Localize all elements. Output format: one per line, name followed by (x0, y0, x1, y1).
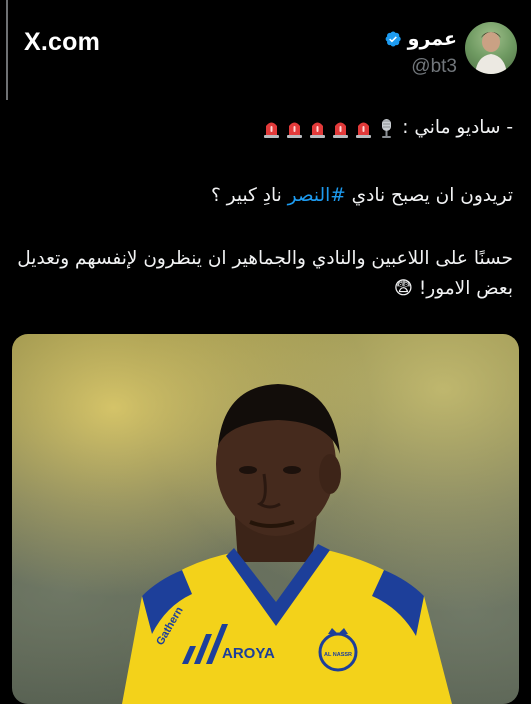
microphone-icon (382, 119, 392, 138)
tweet-line-2: تريدون ان يصبح نادي #النصر نادِ كبير ؟ (12, 181, 513, 211)
author-name: عمرو (407, 28, 457, 50)
author-handle[interactable]: @bt3 (384, 56, 457, 78)
siren-icon (287, 122, 303, 138)
emoji-row (262, 117, 396, 139)
author-name-row: عمرو (384, 28, 457, 50)
avatar[interactable] (465, 22, 517, 74)
tweet-line-1: - ساديو ماني : (12, 113, 513, 143)
question-text-end: نادِ كبير ؟ (210, 185, 288, 206)
site-label: X.com (24, 28, 101, 56)
verified-badge-icon (385, 31, 401, 47)
jersey-sponsor: AROYA (222, 645, 275, 662)
hashtag-link[interactable]: #النصر (288, 185, 346, 206)
siren-icon (264, 122, 280, 138)
question-text-start: تريدون ان يصبح نادي (345, 185, 513, 206)
player-photo: AROYA Gathern AL NASSR (122, 384, 452, 704)
quote-intro: - ساديو ماني : (402, 117, 513, 138)
tweet-author[interactable]: عمرو @bt3 (384, 28, 457, 78)
siren-icon (333, 122, 349, 138)
divider-rule (6, 0, 8, 100)
club-badge-text: AL NASSR (324, 652, 352, 658)
siren-icon (356, 122, 372, 138)
statement-text: حسنًا على اللاعبين والنادي والجماهير ان … (17, 248, 513, 299)
x-brand[interactable]: X.com (24, 28, 100, 57)
avatar-image (475, 32, 507, 74)
siren-icon (310, 122, 326, 138)
tweet-photo[interactable]: AROYA Gathern AL NASSR (12, 334, 519, 704)
tweet-line-3: حسنًا على اللاعبين والنادي والجماهير ان … (12, 244, 513, 304)
